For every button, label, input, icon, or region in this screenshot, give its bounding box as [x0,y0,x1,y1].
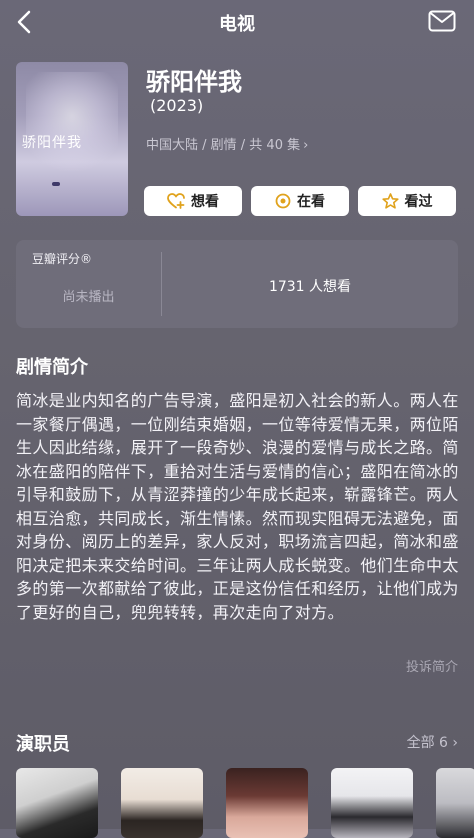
rating-status: 尚未播出 [62,290,115,305]
page-title: 电视 [219,14,255,35]
heart-plus-icon [167,193,185,209]
poster-badge [52,182,60,186]
chevron-right-icon: › [452,735,458,751]
top-bar: 电视 [0,0,474,44]
report-synopsis-link[interactable]: 投诉简介 [406,656,458,675]
cast-photo[interactable] [16,768,98,838]
cast-title: 演职员 [16,734,70,755]
cast-photo[interactable] [121,768,203,838]
watched-label: 看过 [404,194,433,210]
show-year: (2023) [150,96,204,115]
watched-button[interactable]: 看过 [358,186,456,216]
cast-photo[interactable] [226,768,308,838]
watching-button[interactable]: 在看 [251,186,349,216]
cast-photo[interactable] [331,768,413,838]
want-label: 想看 [191,194,219,210]
synopsis-title: 剧情简介 [16,357,88,378]
want-button[interactable]: 想看 [144,186,242,216]
star-icon [381,193,399,209]
show-meta-text: 中国大陆 / 剧情 / 共 40 集 [146,138,301,153]
target-circle-icon [275,193,291,209]
show-name: 骄阳伴我 [146,68,242,96]
want-count: 1731 人想看 [268,279,352,295]
mail-icon[interactable] [428,10,456,32]
show-meta-link[interactable]: 中国大陆 / 剧情 / 共 40 集 › [146,134,308,153]
cast-all-label: 全部 6 [406,735,448,751]
poster-title-text: 骄阳伴我 [22,135,82,151]
chevron-right-icon: › [303,138,309,153]
watching-label: 在看 [297,194,325,210]
rating-card: 豆瓣评分® 尚未播出 1731 人想看 [16,240,458,328]
synopsis-text: 简冰是业内知名的广告导演，盛阳是初入社会的新人。两人在一家餐厅偶遇，一位刚结束婚… [16,391,459,622]
poster-image[interactable]: 骄阳伴我 [16,62,128,216]
cast-all-link[interactable]: 全部 6 › [407,732,458,752]
cast-photo[interactable] [436,768,474,838]
poster-tree-graphic [26,72,118,182]
rating-source-label: 豆瓣评分® [32,252,93,266]
